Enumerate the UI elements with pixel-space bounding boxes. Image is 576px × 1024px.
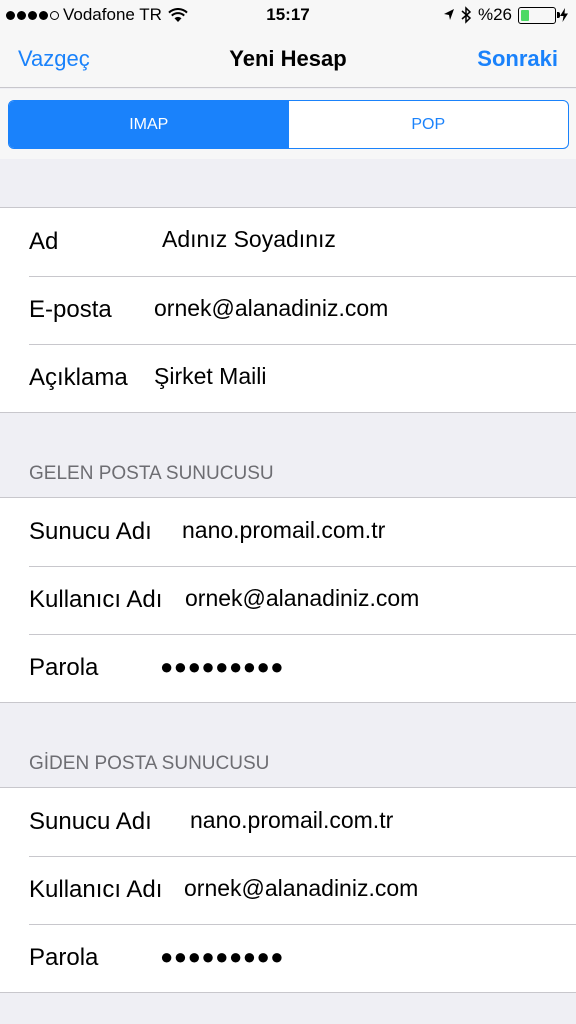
charging-bolt-icon — [560, 8, 568, 22]
incoming-password-row[interactable]: Parola ●●●●●●●●● — [0, 634, 576, 702]
incoming-password-field[interactable]: ●●●●●●●●● — [160, 654, 284, 680]
outgoing-host-field[interactable]: nano.promail.com.tr — [190, 807, 393, 834]
incoming-password-label: Parola — [29, 654, 99, 681]
outgoing-password-field[interactable]: ●●●●●●●●● — [160, 944, 284, 970]
account-info-group: Ad Adınız Soyadınız E-posta ornek@alanad… — [0, 207, 576, 413]
incoming-host-label: Sunucu Adı — [29, 518, 152, 545]
next-button[interactable]: Sonraki — [477, 46, 558, 72]
email-field[interactable]: ornek@alanadiniz.com — [154, 295, 388, 322]
navigation-bar: Vazgeç Yeni Hesap Sonraki — [0, 32, 576, 88]
outgoing-section-header: GİDEN POSTA SUNUCUSU — [29, 753, 270, 774]
status-bar: Vodafone TR 15:17 %26 — [0, 0, 576, 32]
outgoing-server-group: Sunucu Adı nano.promail.com.tr Kullanıcı… — [0, 787, 576, 993]
protocol-segmented-control: IMAP POP — [8, 100, 569, 149]
outgoing-username-field[interactable]: ornek@alanadiniz.com — [184, 875, 418, 902]
outgoing-username-row[interactable]: Kullanıcı Adı ornek@alanadiniz.com — [0, 856, 576, 924]
battery-fill — [521, 9, 530, 21]
location-icon — [443, 9, 454, 20]
incoming-host-row[interactable]: Sunucu Adı nano.promail.com.tr — [0, 498, 576, 566]
incoming-username-label: Kullanıcı Adı — [29, 586, 163, 613]
bluetooth-icon — [461, 6, 472, 24]
incoming-section-header: GELEN POSTA SUNUCUSU — [29, 463, 274, 484]
segment-pop[interactable]: POP — [289, 101, 569, 148]
email-row[interactable]: E-posta ornek@alanadiniz.com — [0, 276, 576, 344]
incoming-server-group: Sunucu Adı nano.promail.com.tr Kullanıcı… — [0, 497, 576, 703]
description-label: Açıklama — [29, 364, 128, 391]
outgoing-password-label: Parola — [29, 944, 99, 971]
battery-percent: %26 — [477, 5, 512, 24]
incoming-username-field[interactable]: ornek@alanadiniz.com — [185, 585, 419, 612]
outgoing-username-label: Kullanıcı Adı — [29, 876, 163, 903]
protocol-selector-area: IMAP POP — [0, 89, 576, 159]
incoming-username-row[interactable]: Kullanıcı Adı ornek@alanadiniz.com — [0, 566, 576, 634]
name-field[interactable]: Adınız Soyadınız — [162, 226, 336, 253]
description-row[interactable]: Açıklama Şirket Maili — [0, 344, 576, 412]
outgoing-password-row[interactable]: Parola ●●●●●●●●● — [0, 924, 576, 992]
outgoing-host-row[interactable]: Sunucu Adı nano.promail.com.tr — [0, 788, 576, 856]
battery-icon — [518, 6, 560, 24]
outgoing-host-label: Sunucu Adı — [29, 808, 152, 835]
incoming-host-field[interactable]: nano.promail.com.tr — [182, 517, 385, 544]
email-label: E-posta — [29, 296, 112, 323]
segment-imap[interactable]: IMAP — [9, 101, 289, 148]
description-field[interactable]: Şirket Maili — [154, 363, 266, 390]
name-row[interactable]: Ad Adınız Soyadınız — [0, 208, 576, 276]
name-label: Ad — [29, 228, 59, 255]
status-right: %26 — [443, 5, 568, 25]
